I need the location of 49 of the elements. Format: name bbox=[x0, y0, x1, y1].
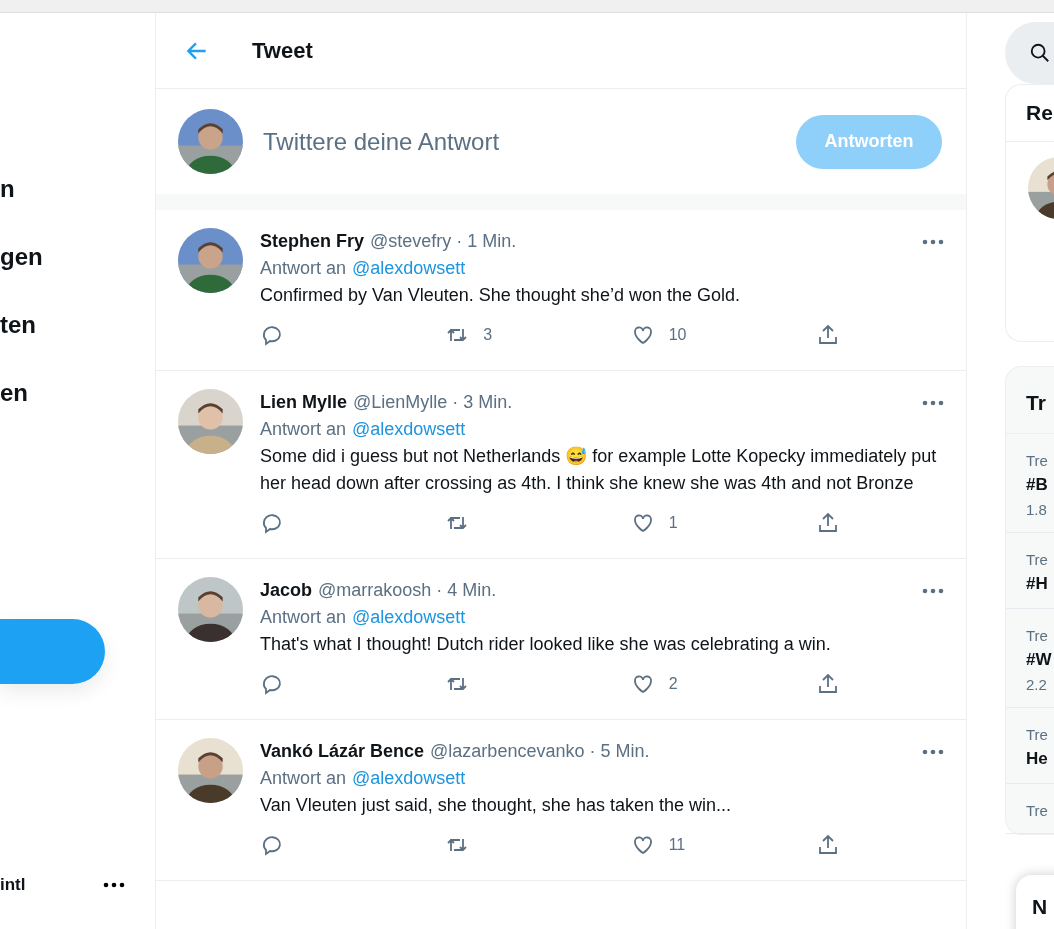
card-title: Tr bbox=[1026, 391, 1046, 415]
like-count: 11 bbox=[668, 835, 686, 855]
author-name[interactable]: Vankó Lázár Bence bbox=[260, 738, 425, 765]
share-icon[interactable] bbox=[816, 832, 840, 857]
like-count: 2 bbox=[668, 674, 678, 694]
tweet-text: That's what I thought! Dutch rider looked like she was celebrating a win. bbox=[260, 633, 832, 656]
trend-label: Tre bbox=[1026, 627, 1048, 644]
trend-label: Tre bbox=[1026, 802, 1048, 819]
tweet-button[interactable] bbox=[0, 619, 105, 684]
more-icon[interactable] bbox=[103, 882, 125, 888]
search-icon bbox=[1029, 42, 1051, 64]
nav-item[interactable]: gen bbox=[0, 243, 155, 273]
trend-label: Tre bbox=[1026, 551, 1048, 568]
panel-title: N bbox=[1032, 895, 1048, 918]
trend-label: Tre bbox=[1026, 726, 1048, 743]
reply-label: Antwort an bbox=[260, 418, 347, 441]
trend-title[interactable]: He bbox=[1026, 749, 1048, 769]
handle-time: @LienMylle · 3 Min. bbox=[353, 391, 513, 414]
page-title: Tweet bbox=[252, 37, 313, 64]
like-count: 10 bbox=[668, 325, 687, 345]
nav-item[interactable]: en bbox=[0, 379, 155, 409]
share-icon[interactable] bbox=[816, 671, 840, 696]
trend-title[interactable]: #W bbox=[1026, 650, 1052, 670]
like-count: 1 bbox=[668, 513, 678, 533]
handle-time: @lazarbencevanko · 5 Min. bbox=[430, 740, 650, 763]
trend-count: 1.8 bbox=[1026, 501, 1047, 518]
share-icon[interactable] bbox=[816, 322, 840, 347]
tweet-text: Van Vleuten just said, she thought, she has taken the win... bbox=[260, 794, 732, 817]
trend-title[interactable]: #B bbox=[1026, 475, 1048, 495]
tweet-text: Some did i guess but not Netherlands 😅 for example Lotte Kopecky immediately put her head down after crossing as 4th. I think she knew she was 4th and not Bronze bbox=[260, 445, 938, 495]
retweet-count: 3 bbox=[483, 325, 493, 345]
share-icon[interactable] bbox=[816, 510, 840, 535]
card-title: Re bbox=[1026, 101, 1053, 125]
reply-label: Antwort an bbox=[260, 257, 347, 280]
reply-label: Antwort an bbox=[260, 767, 347, 790]
handle-time: @marrakoosh · 4 Min. bbox=[318, 579, 497, 602]
trend-label: Tre bbox=[1026, 452, 1048, 469]
tweet-text: Confirmed by Van Vleuten. She thought she’d won the Gold. bbox=[260, 284, 741, 307]
author-name[interactable]: Stephen Fry bbox=[260, 228, 365, 255]
author-name[interactable]: Jacob bbox=[260, 577, 313, 604]
nav-item[interactable]: ten bbox=[0, 311, 155, 341]
trend-title[interactable]: #H bbox=[1026, 574, 1048, 594]
nav-item[interactable]: n bbox=[0, 175, 155, 205]
account-name: intl bbox=[0, 875, 26, 895]
author-name[interactable]: Lien Mylle bbox=[260, 389, 348, 416]
messages-panel[interactable]: N bbox=[1016, 875, 1054, 929]
handle-time: @stevefry · 1 Min. bbox=[370, 230, 517, 253]
reply-label: Antwort an bbox=[260, 606, 347, 629]
trend-count: 2.2 bbox=[1026, 676, 1047, 693]
